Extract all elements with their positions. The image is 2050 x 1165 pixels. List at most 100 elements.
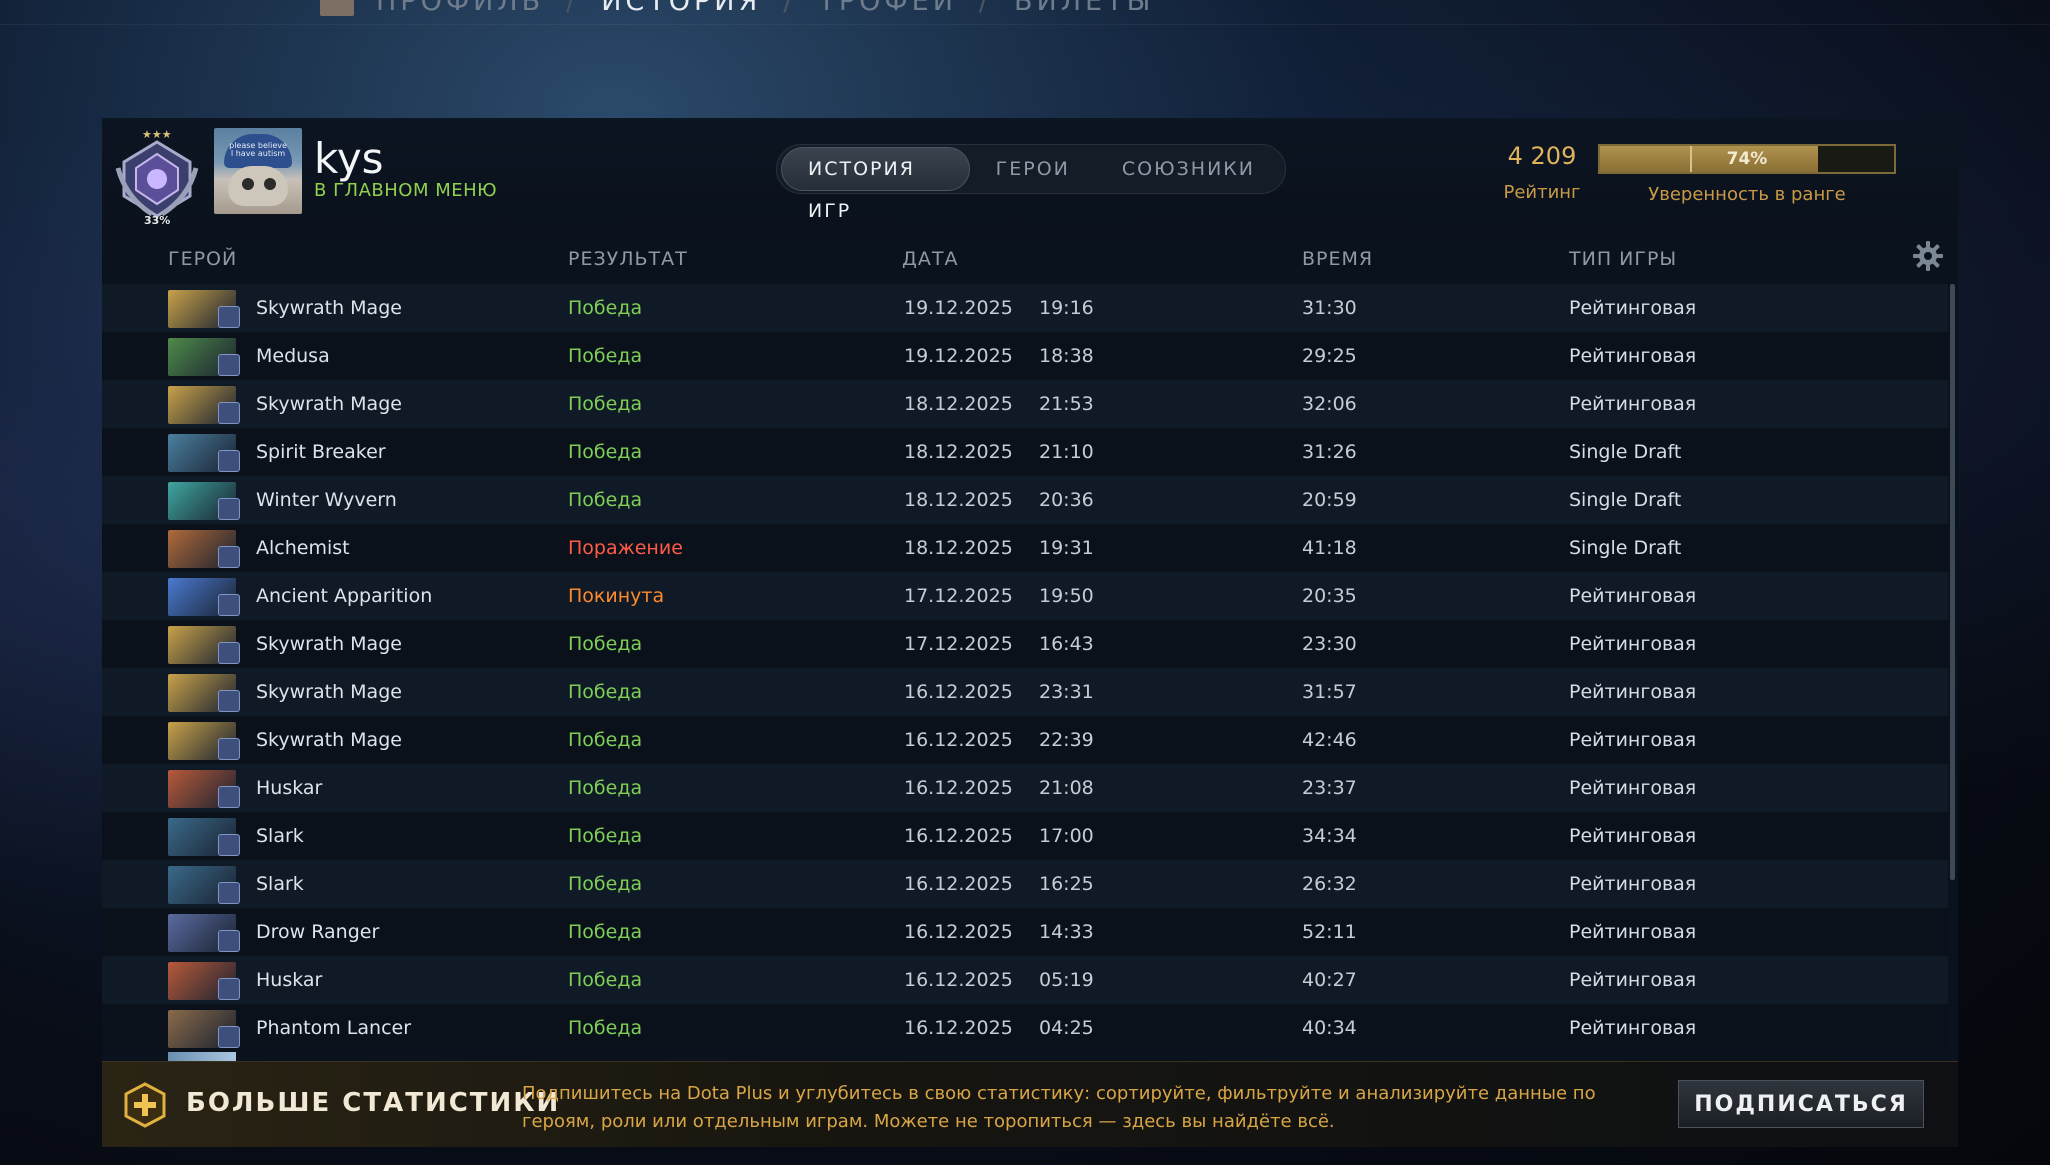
dota-plus-banner: БОЛЬШЕ СТАТИСТИКИ Подпишитесь на Dota Pl…	[102, 1061, 1958, 1147]
profile-header: ★★★ 33% please believe I have autism kys…	[102, 118, 1958, 234]
match-result: Победа	[568, 393, 643, 415]
header-date[interactable]: ДАТА	[902, 248, 958, 270]
match-duration: 29:25	[1302, 345, 1357, 367]
game-type: Рейтинговая	[1569, 825, 1697, 847]
game-type: Рейтинговая	[1569, 633, 1697, 655]
match-date: 16.12.2025	[904, 873, 1013, 895]
match-row[interactable]: Skywrath Mage Победа 19.12.2025 19:16 31:30 Р…	[102, 284, 1948, 332]
match-row[interactable]: Huskar Победа 16.12.2025 21:08 23:37 Рейтинго…	[102, 764, 1948, 812]
role-icon	[218, 738, 240, 760]
nav-profile[interactable]: ПРОФИЛЬ	[376, 0, 544, 17]
table-header: ГЕРОЙ РЕЗУЛЬТАТ ДАТА ВРЕМЯ ТИП ИГРЫ	[102, 234, 1958, 284]
profile-avatar[interactable]: please believe I have autism	[214, 128, 302, 214]
match-row[interactable]: Skywrath Mage Победа 18.12.2025 21:53 32:06 Р…	[102, 380, 1948, 428]
scrollbar[interactable]	[1950, 284, 1955, 880]
match-result: Победа	[568, 345, 643, 367]
match-date: 16.12.2025	[904, 825, 1013, 847]
match-time: 20:36	[1039, 489, 1094, 511]
match-date: 18.12.2025	[904, 489, 1013, 511]
match-row[interactable]: Slark Победа 16.12.2025 17:00 34:34 Рейтингов…	[102, 812, 1948, 860]
role-icon	[218, 546, 240, 568]
match-result: Победа	[568, 921, 643, 943]
hero-name: Huskar	[256, 777, 323, 799]
match-result: Покинута	[568, 585, 665, 607]
match-time: 19:31	[1039, 537, 1094, 559]
role-icon	[218, 786, 240, 808]
match-row[interactable]: Phantom Lancer Победа 16.12.2025 04:25 40:34…	[102, 1004, 1948, 1052]
tab-heroes[interactable]: ГЕРОИ	[970, 148, 1096, 190]
hero-name: Winter Wyvern	[256, 489, 397, 511]
header-duration[interactable]: ВРЕМЯ	[1302, 248, 1373, 270]
hero-name: Ancient Apparition	[256, 585, 433, 607]
match-row[interactable]: Winter Wyvern Победа 18.12.2025 20:36 20:59 S…	[102, 476, 1948, 524]
dota-plus-icon	[124, 1082, 166, 1128]
game-type: Single Draft	[1569, 441, 1682, 463]
match-duration: 40:27	[1302, 969, 1357, 991]
banner-title: БОЛЬШЕ СТАТИСТИКИ	[186, 1088, 561, 1118]
match-duration: 41:18	[1302, 537, 1357, 559]
hero-name: Phantom Lancer	[256, 1017, 412, 1039]
game-type: Single Draft	[1569, 489, 1682, 511]
match-result: Победа	[568, 633, 643, 655]
subscribe-button[interactable]: ПОДПИСАТЬСЯ	[1678, 1080, 1924, 1128]
hero-name: Slark	[256, 825, 304, 847]
match-result: Победа	[568, 1017, 643, 1039]
header-hero[interactable]: ГЕРОЙ	[168, 248, 237, 270]
match-date: 16.12.2025	[904, 921, 1013, 943]
match-row[interactable]: Skywrath Mage Победа 17.12.2025 16:43 23:30 Р…	[102, 620, 1948, 668]
match-row[interactable]: Spirit Breaker Победа 18.12.2025 21:10 31:26…	[102, 428, 1948, 476]
tab-match-history[interactable]: ИСТОРИЯ ИГР	[781, 147, 970, 222]
role-icon	[218, 354, 240, 376]
match-date: 16.12.2025	[904, 1017, 1013, 1039]
match-row[interactable]: Ancient Apparition Покинута 17.12.2025 19:5…	[102, 572, 1948, 620]
hero-name: Skywrath Mage	[256, 393, 402, 415]
game-type: Single Draft	[1569, 537, 1682, 559]
match-row[interactable]: Skywrath Mage Победа 16.12.2025 23:31 31:57 Р…	[102, 668, 1948, 716]
game-type: Рейтинговая	[1569, 969, 1697, 991]
hero-name: Skywrath Mage	[256, 633, 402, 655]
role-icon	[218, 1026, 240, 1048]
match-duration: 20:59	[1302, 489, 1357, 511]
match-row[interactable]: Slark Победа 16.12.2025 16:25 26:32 Рейтингов…	[102, 860, 1948, 908]
match-time: 18:38	[1039, 345, 1094, 367]
match-result: Победа	[568, 729, 643, 751]
role-icon	[218, 498, 240, 520]
match-result: Поражение	[568, 537, 683, 559]
header-result[interactable]: РЕЗУЛЬТАТ	[568, 248, 688, 270]
match-list: Skywrath Mage Победа 19.12.2025 19:16 31:30 Р…	[102, 284, 1948, 1054]
game-type: Рейтинговая	[1569, 729, 1697, 751]
nav-trophies[interactable]: ТРОФЕИ	[818, 0, 957, 17]
profile-name[interactable]: kys	[314, 134, 384, 183]
header-type[interactable]: ТИП ИГРЫ	[1569, 248, 1677, 270]
nav-history[interactable]: ИСТОРИЯ	[601, 0, 761, 17]
match-row[interactable]: Alchemist Поражение 18.12.2025 19:31 41:18 Si…	[102, 524, 1948, 572]
match-row[interactable]: Medusa Победа 19.12.2025 18:38 29:25 Рейтинго…	[102, 332, 1948, 380]
rank-medal-icon: ★★★ 33%	[115, 128, 199, 227]
match-time: 21:10	[1039, 441, 1094, 463]
avatar-cap-text: please believe I have autism	[229, 141, 287, 158]
match-duration: 32:06	[1302, 393, 1357, 415]
nav-avatar[interactable]	[320, 0, 354, 16]
match-date: 19.12.2025	[904, 345, 1013, 367]
banner-text: Подпишитесь на Dota Plus и углубитесь в …	[522, 1083, 1596, 1132]
game-type: Рейтинговая	[1569, 681, 1697, 703]
match-row[interactable]: Drow Ranger Победа 16.12.2025 14:33 52:11 Рей…	[102, 908, 1948, 956]
game-type: Рейтинговая	[1569, 345, 1697, 367]
tab-allies[interactable]: СОЮЗНИКИ	[1096, 148, 1281, 190]
game-type: Рейтинговая	[1569, 585, 1697, 607]
avatar-face	[228, 166, 288, 206]
match-date: 17.12.2025	[904, 585, 1013, 607]
gear-icon[interactable]	[1912, 240, 1944, 272]
match-result: Победа	[568, 873, 643, 895]
medal-percent: 33%	[144, 214, 170, 227]
match-row[interactable]: Skywrath Mage Победа 16.12.2025 22:39 42:46 Р…	[102, 716, 1948, 764]
match-date: 16.12.2025	[904, 681, 1013, 703]
role-icon	[218, 642, 240, 664]
nav-tickets[interactable]: БИЛЕТЫ	[1014, 0, 1154, 17]
match-row[interactable]: Huskar Победа 16.12.2025 05:19 40:27 Рейтинго…	[102, 956, 1948, 1004]
hero-name: Skywrath Mage	[256, 297, 402, 319]
game-type: Рейтинговая	[1569, 393, 1697, 415]
match-duration: 31:30	[1302, 297, 1357, 319]
match-date: 19.12.2025	[904, 297, 1013, 319]
match-result: Победа	[568, 297, 643, 319]
